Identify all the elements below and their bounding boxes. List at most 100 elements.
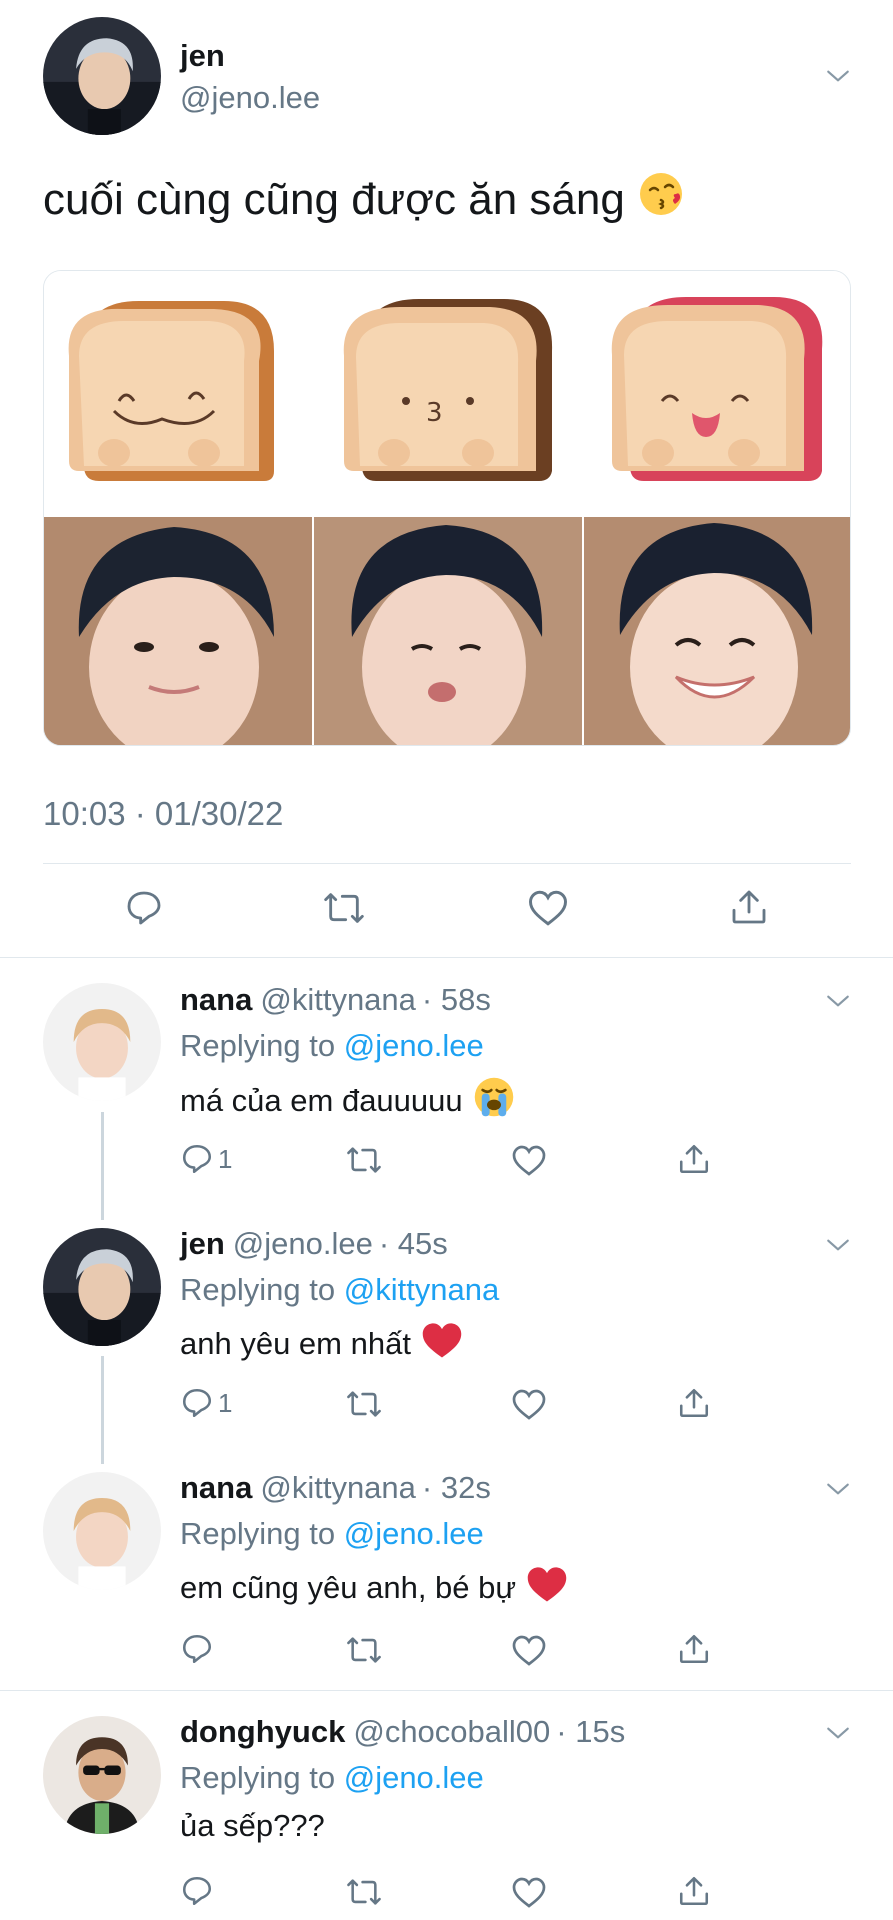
thread-line	[101, 1356, 104, 1464]
reply-author-handle[interactable]: @kittynana	[260, 1470, 416, 1506]
share-button[interactable]	[677, 1141, 711, 1177]
media-photo-2[interactable]	[314, 517, 582, 745]
reply-text: ủa sếp???	[180, 1808, 325, 1844]
like-button[interactable]	[527, 888, 569, 928]
media-toast-plush-2[interactable]: 3	[314, 271, 582, 517]
reply-button[interactable]	[124, 888, 164, 928]
chevron-down-icon[interactable]	[825, 1232, 851, 1258]
replying-prefix: Replying to	[180, 1028, 344, 1063]
tweet-text-content: cuối cùng cũng được ăn sáng	[43, 174, 625, 224]
like-button[interactable]	[511, 1634, 547, 1667]
reply-header: donghyuck @chocoball00 · 15s	[180, 1714, 625, 1750]
reply-author-name[interactable]: donghyuck	[180, 1714, 345, 1750]
retweet-button[interactable]	[345, 1143, 383, 1177]
reply-author-name[interactable]: nana	[180, 982, 252, 1018]
reply-text: má của em đauuuuu	[180, 1076, 515, 1126]
reply-time: · 32s	[421, 1470, 491, 1505]
heart-icon	[529, 890, 567, 926]
kissing-face-emoji-icon	[639, 170, 687, 229]
replying-to-link[interactable]: @kittynana	[344, 1272, 500, 1307]
reply-text-content: anh yêu em nhất	[180, 1326, 411, 1361]
share-button[interactable]	[677, 1385, 711, 1421]
retweet-button[interactable]	[322, 888, 366, 928]
replying-to: Replying to @jeno.lee	[180, 1028, 484, 1064]
reply-icon	[182, 1876, 212, 1906]
reply-header: nana @kittynana · 32s	[180, 1470, 491, 1506]
reply-author-handle[interactable]: @jeno.lee	[233, 1226, 373, 1262]
reply-icon	[182, 1388, 212, 1418]
reply-text-content: ủa sếp???	[180, 1808, 325, 1843]
chevron-down-icon[interactable]	[825, 63, 851, 89]
main-author-avatar[interactable]	[43, 17, 161, 135]
share-button[interactable]	[729, 886, 769, 928]
crying-face-emoji-icon	[473, 1076, 515, 1126]
replying-to-link[interactable]: @jeno.lee	[344, 1516, 484, 1551]
replying-to-link[interactable]: @jeno.lee	[344, 1760, 484, 1795]
share-button[interactable]	[677, 1873, 711, 1909]
retweet-button[interactable]	[345, 1387, 383, 1421]
divider	[0, 957, 893, 958]
reply-avatar[interactable]	[43, 1716, 161, 1834]
reply-text-content: em cũng yêu anh, bé bự	[180, 1570, 517, 1605]
red-heart-emoji-icon	[421, 1320, 463, 1368]
reply-button[interactable]	[180, 1632, 218, 1666]
reply-count: 1	[218, 1143, 233, 1174]
like-button[interactable]	[511, 1388, 547, 1421]
divider	[0, 1690, 893, 1691]
red-heart-emoji-icon	[526, 1564, 568, 1612]
reply-avatar[interactable]	[43, 983, 161, 1101]
chevron-down-icon[interactable]	[825, 1476, 851, 1502]
reply-time: · 45s	[378, 1226, 448, 1261]
share-icon	[679, 1634, 709, 1664]
reply-count: 1	[218, 1387, 233, 1418]
retweet-icon	[347, 1147, 381, 1173]
reply-time: · 58s	[421, 982, 491, 1017]
media-photo-3[interactable]	[584, 517, 850, 745]
reply-author-name[interactable]: jen	[180, 1226, 225, 1262]
retweet-icon	[347, 1879, 381, 1905]
retweet-icon	[324, 893, 364, 923]
replying-to: Replying to @jeno.lee	[180, 1516, 484, 1552]
svg-text:3: 3	[426, 398, 443, 428]
reply-avatar[interactable]	[43, 1472, 161, 1590]
tweet-timestamp[interactable]: 10:03 · 01/30/22	[43, 795, 283, 833]
reply-text-content: má của em đauuuuu	[180, 1083, 463, 1118]
media-toast-plush-3[interactable]	[584, 271, 850, 517]
share-button[interactable]	[677, 1631, 711, 1667]
retweet-button[interactable]	[345, 1633, 383, 1667]
reply-author-handle[interactable]: @chocoball00	[353, 1714, 550, 1750]
chevron-down-icon[interactable]	[825, 1720, 851, 1746]
reply-author-name[interactable]: nana	[180, 1470, 252, 1506]
like-button[interactable]	[511, 1876, 547, 1909]
reply-author-handle[interactable]: @kittynana	[260, 982, 416, 1018]
reply-avatar[interactable]	[43, 1228, 161, 1346]
retweet-button[interactable]	[345, 1875, 383, 1909]
tweet-text: cuối cùng cũng được ăn sáng	[43, 170, 687, 229]
reply-button[interactable]: 1	[180, 1142, 232, 1176]
reply-text: anh yêu em nhất	[180, 1320, 463, 1368]
like-button[interactable]	[511, 1144, 547, 1177]
heart-icon	[512, 1635, 546, 1666]
media-toast-plush-1[interactable]	[44, 271, 312, 517]
reply-button[interactable]: 1	[180, 1386, 232, 1420]
share-icon	[679, 1876, 709, 1906]
main-author-handle[interactable]: @jeno.lee	[180, 80, 320, 116]
share-icon	[679, 1388, 709, 1418]
share-icon	[679, 1144, 709, 1174]
replying-to-link[interactable]: @jeno.lee	[344, 1028, 484, 1063]
reply-icon	[182, 1634, 212, 1664]
reply-button[interactable]	[180, 1874, 218, 1908]
main-author-name[interactable]: jen	[180, 38, 225, 74]
heart-icon	[512, 1145, 546, 1176]
replying-to: Replying to @jeno.lee	[180, 1760, 484, 1796]
replying-prefix: Replying to	[180, 1760, 344, 1795]
share-icon	[732, 890, 766, 924]
tweet-media-grid[interactable]: 3	[43, 270, 851, 746]
replying-prefix: Replying to	[180, 1272, 344, 1307]
reply-icon	[182, 1144, 212, 1174]
media-photo-1[interactable]	[44, 517, 312, 745]
thread-line	[101, 1112, 104, 1220]
replying-to: Replying to @kittynana	[180, 1272, 499, 1308]
chevron-down-icon[interactable]	[825, 988, 851, 1014]
retweet-icon	[347, 1637, 381, 1663]
